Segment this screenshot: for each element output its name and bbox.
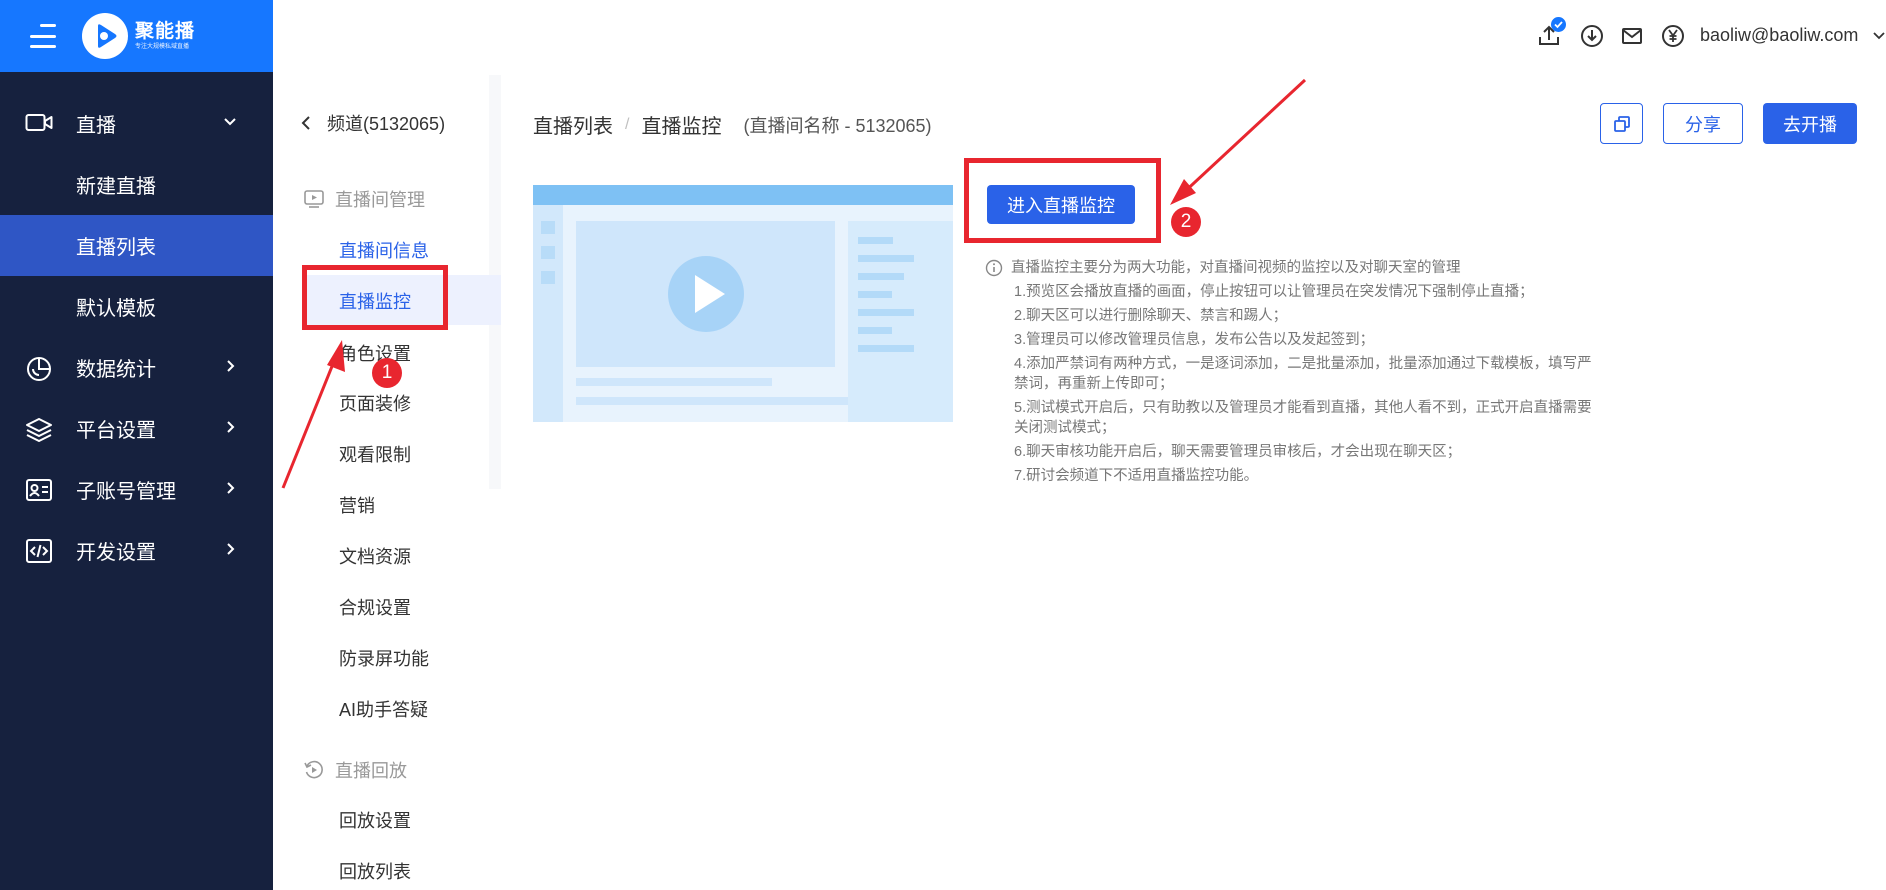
video-screen-icon bbox=[303, 189, 325, 209]
chevron-down-icon bbox=[223, 115, 237, 129]
brand-name: 聚能播 bbox=[135, 20, 196, 42]
chevron-right-icon bbox=[223, 481, 237, 495]
highlight-box-monitor-menu bbox=[302, 265, 448, 330]
sidebar-item-viewing-limits[interactable]: 观看限制 bbox=[339, 441, 411, 467]
chevron-right-icon bbox=[223, 542, 237, 556]
mail-icon[interactable] bbox=[1620, 24, 1644, 48]
annotation-marker-1: 1 bbox=[372, 358, 402, 388]
group-replay-label: 直播回放 bbox=[335, 761, 407, 781]
sidebar-item-replay-list[interactable]: 回放列表 bbox=[339, 858, 411, 884]
monitor-preview-illustration bbox=[533, 185, 953, 422]
note-item: 7.研讨会频道下不适用直播监控功能。 bbox=[1014, 468, 1259, 484]
notes-heading: 直播监控主要分为两大功能，对直播间视频的监控以及对聊天室的管理 bbox=[1011, 260, 1461, 276]
sidebar-item-anti-recording[interactable]: 防录屏功能 bbox=[339, 645, 429, 671]
sidebar-item-marketing[interactable]: 营销 bbox=[339, 492, 375, 518]
brand-logo[interactable]: 聚能播 专注大规模私域直播 bbox=[82, 13, 195, 59]
breadcrumb: 直播列表 / 直播监控 (直播间名称 - 5132065) bbox=[533, 110, 932, 139]
nav-item-platform-settings[interactable]: 平台设置 bbox=[0, 398, 273, 458]
logo-play-icon bbox=[82, 13, 128, 59]
check-badge-icon bbox=[1551, 17, 1566, 32]
nav-label-live-list: 直播列表 bbox=[76, 237, 156, 259]
copy-button[interactable] bbox=[1600, 103, 1643, 144]
note-item: 4.添加严禁词有两种方式，一是逐词添加，二是批量添加，批量添加通过下载模板，填写… bbox=[1014, 356, 1592, 392]
menu-icon[interactable] bbox=[30, 24, 60, 48]
pie-chart-icon bbox=[25, 355, 53, 383]
highlight-box-enter-button bbox=[964, 158, 1161, 243]
monitor-notes: 直播监控主要分为两大功能，对直播间视频的监控以及对聊天室的管理 1.预览区会播放… bbox=[985, 258, 1605, 486]
sidebar-item-documents[interactable]: 文档资源 bbox=[339, 543, 411, 569]
channel-title: 频道(5132065) bbox=[327, 114, 446, 134]
note-item: 5.测试模式开启后，只有助教以及管理员才能看到直播，其他人看不到，正式开启直播需… bbox=[1014, 400, 1592, 436]
nav-item-default-template[interactable]: 默认模板 bbox=[0, 276, 273, 337]
info-icon bbox=[985, 259, 1003, 277]
download-icon[interactable] bbox=[1580, 24, 1604, 48]
replay-icon bbox=[303, 759, 325, 781]
nav-label-new-live: 新建直播 bbox=[76, 176, 156, 198]
note-item: 3.管理员可以修改管理员信息，发布公告以及发起签到； bbox=[1014, 332, 1375, 348]
sidebar-item-room-info[interactable]: 直播间信息 bbox=[339, 237, 429, 263]
nav-label-live: 直播 bbox=[76, 114, 116, 137]
nav-item-dev-settings[interactable]: 开发设置 bbox=[0, 520, 273, 580]
sidebar-item-replay-settings[interactable]: 回放设置 bbox=[339, 807, 411, 833]
nav-item-new-live[interactable]: 新建直播 bbox=[0, 154, 273, 215]
nav-label-dev-settings: 开发设置 bbox=[76, 541, 156, 564]
video-camera-icon bbox=[25, 111, 53, 135]
chevron-right-icon bbox=[223, 420, 237, 434]
brand-bar: 聚能播 专注大规模私域直播 bbox=[0, 0, 273, 72]
account-menu[interactable]: baoliw@baoliw.com bbox=[1700, 25, 1858, 46]
group-room-label: 直播间管理 bbox=[335, 190, 425, 210]
note-item: 2.聊天区可以进行删除聊天、禁言和踢人； bbox=[1014, 308, 1288, 324]
nav-label-sub-accounts: 子账号管理 bbox=[76, 480, 176, 503]
share-button[interactable]: 分享 bbox=[1663, 103, 1743, 144]
breadcrumb-current: 直播监控 bbox=[641, 116, 722, 138]
note-item: 1.预览区会播放直播的画面，停止按钮可以让管理员在突发情况下强制停止直播； bbox=[1014, 284, 1534, 300]
breadcrumb-live-list[interactable]: 直播列表 bbox=[533, 110, 613, 139]
chevron-right-icon bbox=[223, 359, 237, 373]
group-room-management: 直播间管理 bbox=[303, 186, 425, 212]
yuan-icon[interactable] bbox=[1661, 24, 1685, 48]
id-card-icon bbox=[25, 477, 53, 503]
nav-item-sub-accounts[interactable]: 子账号管理 bbox=[0, 459, 273, 519]
go-live-button[interactable]: 去开播 bbox=[1763, 103, 1857, 144]
nav-item-live-list[interactable]: 直播列表 bbox=[0, 215, 273, 276]
brand-slogan: 专注大规模私域直播 bbox=[135, 43, 190, 50]
group-replay: 直播回放 bbox=[303, 757, 407, 783]
copy-icon bbox=[1612, 114, 1632, 134]
nav-item-statistics[interactable]: 数据统计 bbox=[0, 337, 273, 397]
chevron-down-icon[interactable] bbox=[1872, 31, 1886, 41]
nav-label-statistics: 数据统计 bbox=[76, 358, 156, 381]
nav-label-platform-settings: 平台设置 bbox=[76, 419, 156, 442]
layers-icon bbox=[25, 416, 53, 444]
breadcrumb-separator: / bbox=[625, 115, 630, 133]
top-bar bbox=[273, 0, 1886, 72]
code-icon bbox=[25, 538, 53, 564]
sidebar-item-page-decoration[interactable]: 页面装修 bbox=[339, 390, 411, 416]
nav-item-live[interactable]: 直播 bbox=[0, 93, 273, 153]
main-sidebar: 聚能播 专注大规模私域直播 直播 新建直播 直播列表 默认模板 数据统计 平台设… bbox=[0, 0, 273, 890]
room-name-label: (直播间名称 - 5132065) bbox=[743, 115, 932, 136]
note-item: 6.聊天审核功能开启后，聊天需要管理员审核后，才会出现在聊天区； bbox=[1014, 444, 1462, 460]
sidebar-item-ai-assistant[interactable]: AI助手答疑 bbox=[339, 696, 428, 722]
annotation-marker-2: 2 bbox=[1171, 207, 1201, 237]
back-to-channel[interactable]: 频道(5132065) bbox=[300, 110, 445, 136]
chevron-left-icon bbox=[300, 115, 312, 131]
sidebar-item-compliance[interactable]: 合规设置 bbox=[339, 594, 411, 620]
nav-label-default-template: 默认模板 bbox=[76, 298, 156, 320]
